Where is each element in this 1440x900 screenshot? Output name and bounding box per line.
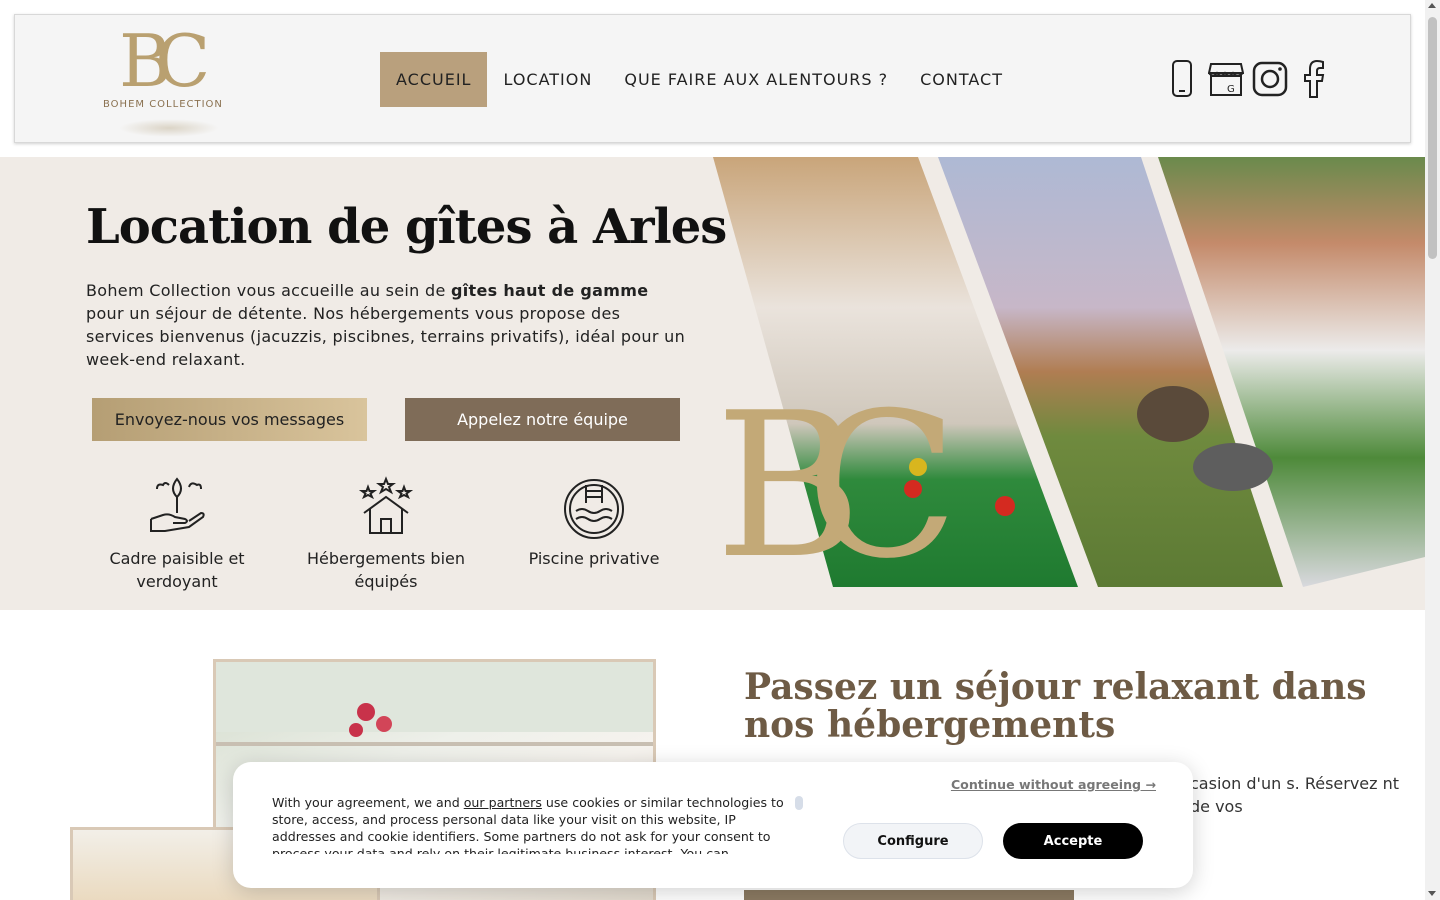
nav-accueil[interactable]: ACCUEIL bbox=[380, 52, 488, 107]
partners-link[interactable]: our partners bbox=[464, 795, 542, 810]
phone-icon[interactable] bbox=[1164, 59, 1200, 99]
section-text: casion d'un s. Réservez nt de vos bbox=[1190, 774, 1400, 816]
instagram-icon[interactable] bbox=[1252, 59, 1288, 99]
feature-hebergements: Hébergements bien équipés bbox=[291, 475, 481, 593]
logo-monogram: BC bbox=[119, 19, 210, 103]
scroll-down-arrow-icon[interactable] bbox=[1428, 891, 1436, 896]
feature-cadre-label: Cadre paisible et verdoyant bbox=[109, 549, 245, 591]
send-message-button[interactable]: Envoyez-nous vos messages bbox=[92, 398, 367, 441]
call-team-button[interactable]: Appelez notre équipe bbox=[405, 398, 680, 441]
plant-hand-icon bbox=[145, 475, 209, 539]
cookie-text: With your agreement, we and our partners… bbox=[272, 795, 784, 854]
svg-text:G: G bbox=[1227, 84, 1235, 95]
logo-text: BOHEM COLLECTION bbox=[103, 99, 223, 110]
accept-button[interactable]: Accepte bbox=[1003, 823, 1143, 859]
facebook-icon[interactable] bbox=[1296, 59, 1332, 99]
pool-icon bbox=[562, 475, 626, 539]
hero-monogram: BC bbox=[715, 370, 959, 603]
hero-title: Location de gîtes à Arles bbox=[86, 199, 727, 255]
scroll-thumb[interactable] bbox=[1428, 17, 1437, 259]
section-image-edge bbox=[744, 890, 1074, 900]
hero-highlight: gîtes haut de gamme bbox=[451, 281, 649, 300]
feature-hebergements-label: Hébergements bien équipés bbox=[306, 549, 466, 591]
continue-without-agreeing-link[interactable]: Continue without agreeing → bbox=[951, 777, 1156, 792]
section-title: Passez un séjour relaxant dans nos héber… bbox=[744, 666, 1367, 746]
scroll-up-arrow-icon[interactable] bbox=[1428, 3, 1436, 8]
hero-section: Location de gîtes à Arles Bohem Collecti… bbox=[0, 157, 1425, 610]
nav-contact[interactable]: CONTACT bbox=[904, 52, 1019, 107]
site-header: BC BOHEM COLLECTION ACCUEIL LOCATION QUE… bbox=[14, 14, 1411, 143]
cookie-banner: With your agreement, we and our partners… bbox=[233, 762, 1193, 888]
main-nav: ACCUEIL LOCATION QUE FAIRE AUX ALENTOURS… bbox=[380, 52, 1019, 107]
logo-shadow bbox=[119, 119, 219, 137]
feature-piscine: Piscine privative bbox=[499, 475, 689, 570]
page-scrollbar[interactable] bbox=[1425, 0, 1440, 900]
feature-cadre: Cadre paisible et verdoyant bbox=[82, 475, 272, 593]
stars-house-icon bbox=[354, 475, 418, 539]
google-business-icon[interactable]: G bbox=[1207, 59, 1245, 99]
hero-description: Bohem Collection vous accueille au sein … bbox=[86, 281, 686, 369]
logo[interactable]: BC BOHEM COLLECTION bbox=[101, 21, 229, 139]
social-links: G bbox=[1164, 59, 1332, 99]
nav-alentours[interactable]: QUE FAIRE AUX ALENTOURS ? bbox=[608, 52, 904, 107]
cookie-text-scrollbar[interactable] bbox=[795, 796, 803, 810]
nav-location[interactable]: LOCATION bbox=[487, 52, 608, 107]
feature-piscine-label: Piscine privative bbox=[528, 549, 660, 568]
configure-button[interactable]: Configure bbox=[843, 823, 983, 859]
